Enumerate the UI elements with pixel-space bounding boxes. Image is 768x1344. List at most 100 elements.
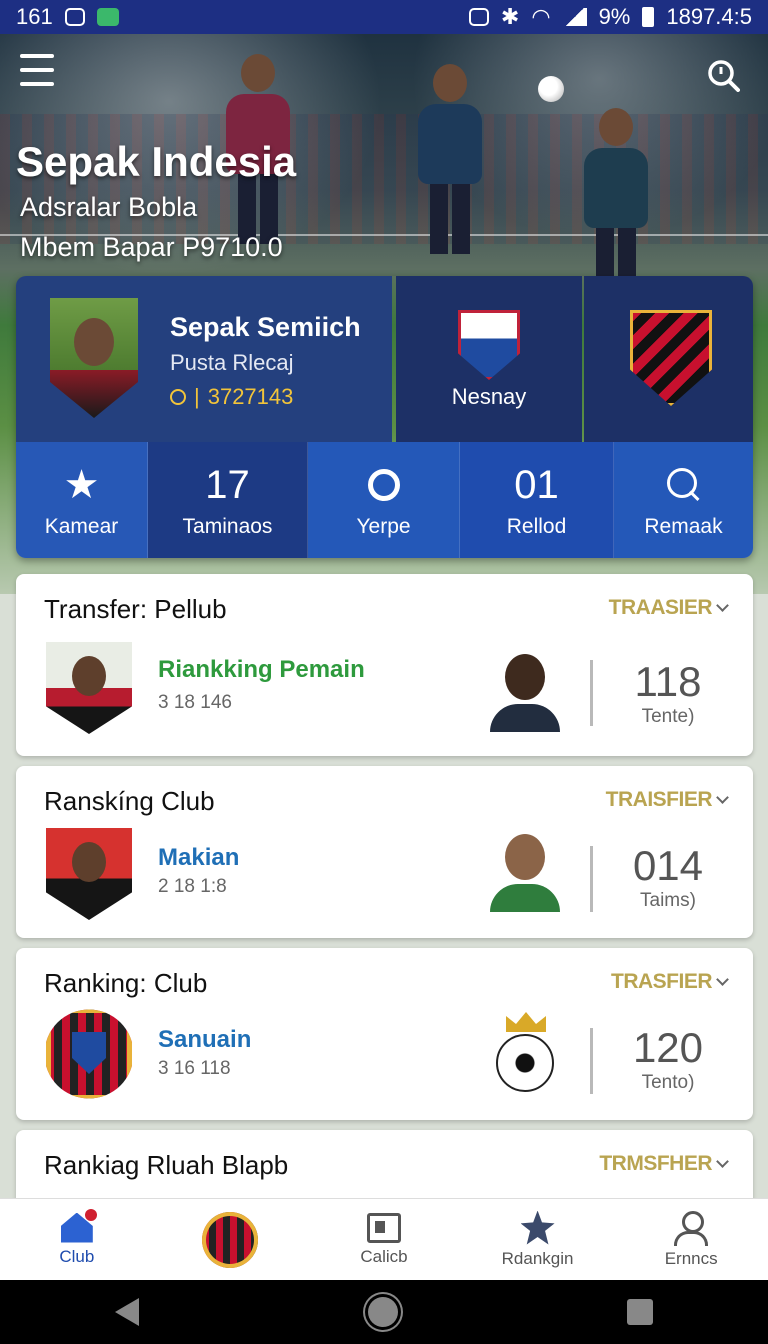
club-card-a[interactable]: Nesnay (396, 276, 582, 442)
stat-label: Kamear (44, 515, 119, 538)
item-name: Riankking Pemain (158, 656, 365, 683)
stat-value: 17 (205, 463, 250, 507)
page-title: Sepak Indesia (16, 138, 297, 185)
divider (590, 1028, 593, 1094)
nav-label: Ernncs (664, 1248, 718, 1268)
nav-item-badge[interactable] (154, 1199, 308, 1280)
profile-card[interactable]: Sepak Semiich Pusta Rlecaj | 3727143 (16, 276, 392, 442)
menu-icon[interactable] (20, 54, 54, 86)
chevron-down-icon (716, 973, 729, 986)
list-card[interactable]: Ranking: Club TRASFIER Sanuain 3 16 118 … (16, 948, 753, 1120)
hero-subtitle: Adsralar Bobla (20, 192, 198, 222)
item-number-label: Tento) (641, 1072, 695, 1093)
item-number: 120 (632, 1024, 704, 1071)
profile-name: Sepak Semiich (170, 312, 361, 342)
status-bar: 161 ✱ ◠ 9% 1897.4:5 (0, 0, 768, 34)
list-card[interactable]: Ranskíng Club TRAISFIER Makian 2 18 1:8 … (16, 766, 753, 938)
crown-icon (506, 1012, 546, 1032)
score-value: 3727143 (207, 384, 294, 409)
item-name: Sanuain (158, 1026, 252, 1053)
item-number-label: Tente) (641, 706, 695, 727)
notification-dot (84, 1208, 97, 1221)
player-thumbnail (46, 828, 132, 920)
score-divider: | (194, 384, 200, 409)
hero-subtitle-2: Mbem Bapar P9710.0 (20, 232, 283, 262)
club-label: Nesnay (451, 384, 527, 409)
card-tag-label: TRAASIER (608, 596, 713, 619)
player-thumbnail (46, 642, 132, 734)
club-crest-icon (458, 310, 520, 380)
card-tag[interactable]: TRASFIER (611, 970, 729, 994)
status-left: 161 (16, 4, 119, 30)
card-tag[interactable]: TRAISFIER (605, 788, 729, 812)
back-icon[interactable] (114, 1298, 139, 1326)
ranking-star-icon (520, 1210, 555, 1245)
hero-player-image (418, 64, 482, 254)
nfc-icon (468, 8, 489, 26)
stat-record[interactable]: 01 Rellod (460, 442, 614, 558)
club-badge-icon (46, 1009, 132, 1099)
news-icon (366, 1212, 401, 1243)
item-number: 118 (634, 658, 702, 705)
ball-icon (538, 76, 564, 102)
divider (590, 846, 593, 912)
stat-label: Rellod (506, 515, 567, 538)
item-meta: 2 18 1:8 (158, 876, 227, 897)
profile-panel: Sepak Semiich Pusta Rlecaj | 3727143 Nes… (16, 276, 753, 558)
soccer-ball-icon (496, 1034, 554, 1092)
search-icon[interactable] (706, 58, 740, 92)
card-title: Ranskíng Club (44, 786, 215, 816)
stat-label: Yerpe (356, 515, 411, 538)
app-notification-icon (64, 8, 85, 26)
status-time: 1897.4:5 (666, 4, 752, 29)
home-button-icon[interactable] (367, 1297, 398, 1327)
stat-label: Remaak (644, 515, 723, 538)
stat-search[interactable]: Remaak (614, 442, 753, 558)
system-nav-bar (0, 1280, 768, 1344)
stat-label: Taminaos (182, 515, 273, 538)
divider (590, 660, 593, 726)
nav-label: Club (59, 1246, 95, 1266)
nav-item-ranking[interactable]: Rdankgin (461, 1199, 615, 1280)
chevron-down-icon (716, 1155, 729, 1168)
stat-chat[interactable]: Yerpe (308, 442, 460, 558)
item-name: Makian (158, 844, 240, 871)
club-badge-icon (202, 1211, 259, 1268)
chevron-down-icon (716, 791, 729, 804)
item-meta: 3 18 146 (158, 692, 232, 713)
card-title: Rankiag Rluah Blapb (44, 1150, 289, 1180)
search-icon (666, 468, 701, 502)
bottom-nav: Club Calicb Rdankgin Ernncs (0, 1198, 768, 1280)
bluetooth-icon: ✱ (500, 4, 520, 29)
card-tag-label: TRMSFHER (599, 1152, 712, 1175)
club-card-b[interactable] (584, 276, 753, 442)
signal-icon (562, 8, 587, 26)
stat-favorite[interactable]: ★ Kamear (16, 442, 148, 558)
user-icon (674, 1210, 709, 1246)
item-meta: 3 16 118 (158, 1058, 231, 1079)
nav-label: Rdankgin (501, 1248, 574, 1268)
item-number: 014 (632, 842, 704, 889)
star-icon: ★ (63, 463, 100, 507)
battery-icon (642, 7, 655, 27)
nav-item-profile[interactable]: Ernncs (614, 1199, 768, 1280)
card-title: Transfer: Pellub (44, 594, 227, 624)
stats-row: ★ Kamear 17 Taminaos Yerpe 01 Rellod Rem… (16, 442, 753, 558)
card-tag-label: TRAISFIER (605, 788, 713, 811)
recents-icon[interactable] (627, 1299, 654, 1325)
card-tag[interactable]: TRAASIER (608, 596, 729, 620)
stat-matches[interactable]: 17 Taminaos (148, 442, 308, 558)
chevron-down-icon (716, 599, 729, 612)
status-right: ✱ ◠ 9% 1897.4:5 (468, 4, 752, 30)
battery-percent: 9% (598, 4, 631, 29)
ring-icon (367, 469, 400, 501)
coin-icon (170, 389, 186, 405)
profile-subtitle: Pusta Rlecaj (170, 350, 294, 375)
nav-item-club[interactable]: Club (0, 1199, 154, 1280)
list-card[interactable]: Transfer: Pellub TRAASIER Riankking Pema… (16, 574, 753, 756)
card-tag[interactable]: TRMSFHER (599, 1152, 729, 1176)
wifi-icon: ◠ (531, 4, 551, 29)
item-number-label: Taims) (640, 890, 696, 911)
player-avatar (490, 654, 560, 732)
nav-item-news[interactable]: Calicb (307, 1199, 461, 1280)
